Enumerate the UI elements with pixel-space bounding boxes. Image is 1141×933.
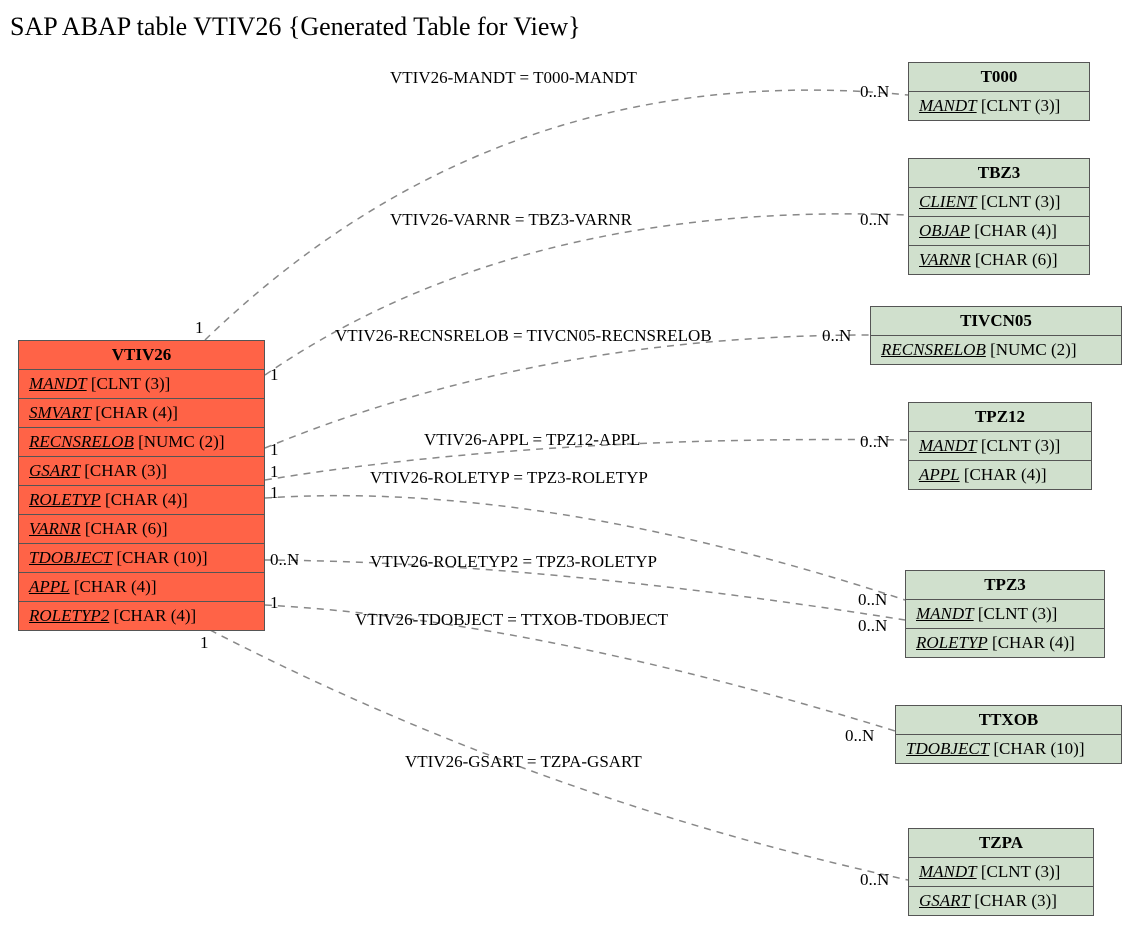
entity-header: TZPA (909, 829, 1093, 858)
cardinality-label: 0..N (858, 590, 887, 610)
cardinality-label: 1 (270, 365, 279, 385)
entity-field: OBJAP [CHAR (4)] (909, 217, 1089, 246)
entity-field: MANDT [CLNT (3)] (909, 92, 1089, 120)
entity-header: TPZ12 (909, 403, 1091, 432)
entity-tpz12: TPZ12 MANDT [CLNT (3)] APPL [CHAR (4)] (908, 402, 1092, 490)
cardinality-label: 0..N (860, 82, 889, 102)
entity-field: MANDT [CLNT (3)] (906, 600, 1104, 629)
entity-field: CLIENT [CLNT (3)] (909, 188, 1089, 217)
entity-field: TDOBJECT [CHAR (10)] (19, 544, 264, 573)
cardinality-label: 0..N (858, 616, 887, 636)
entity-vtiv26: VTIV26 MANDT [CLNT (3)] SMVART [CHAR (4)… (18, 340, 265, 631)
edge-label: VTIV26-TDOBJECT = TTXOB-TDOBJECT (355, 610, 668, 630)
edge-label: VTIV26-ROLETYP2 = TPZ3-ROLETYP (370, 552, 657, 572)
entity-field: ROLETYP2 [CHAR (4)] (19, 602, 264, 630)
cardinality-label: 1 (270, 483, 279, 503)
edge-label: VTIV26-RECNSRELOB = TIVCN05-RECNSRELOB (335, 326, 712, 346)
edge-label: VTIV26-APPL = TPZ12-APPL (424, 430, 640, 450)
entity-t000: T000 MANDT [CLNT (3)] (908, 62, 1090, 121)
entity-field: MANDT [CLNT (3)] (909, 858, 1093, 887)
entity-field: GSART [CHAR (3)] (909, 887, 1093, 915)
entity-field: ROLETYP [CHAR (4)] (906, 629, 1104, 657)
entity-field: GSART [CHAR (3)] (19, 457, 264, 486)
entity-header: T000 (909, 63, 1089, 92)
entity-header: TPZ3 (906, 571, 1104, 600)
cardinality-label: 1 (195, 318, 204, 338)
entity-field: SMVART [CHAR (4)] (19, 399, 264, 428)
entity-field: MANDT [CLNT (3)] (909, 432, 1091, 461)
entity-field: RECNSRELOB [NUMC (2)] (871, 336, 1121, 364)
cardinality-label: 0..N (860, 432, 889, 452)
entity-field: ROLETYP [CHAR (4)] (19, 486, 264, 515)
entity-field: VARNR [CHAR (6)] (19, 515, 264, 544)
entity-ttxob: TTXOB TDOBJECT [CHAR (10)] (895, 705, 1122, 764)
entity-field: APPL [CHAR (4)] (19, 573, 264, 602)
entity-header: TBZ3 (909, 159, 1089, 188)
entity-tpz3: TPZ3 MANDT [CLNT (3)] ROLETYP [CHAR (4)] (905, 570, 1105, 658)
cardinality-label: 0..N (270, 550, 299, 570)
cardinality-label: 0..N (860, 870, 889, 890)
cardinality-label: 0..N (860, 210, 889, 230)
cardinality-label: 1 (270, 593, 279, 613)
edge-label: VTIV26-MANDT = T000-MANDT (390, 68, 637, 88)
entity-tivcn05: TIVCN05 RECNSRELOB [NUMC (2)] (870, 306, 1122, 365)
cardinality-label: 1 (270, 462, 279, 482)
entity-field: APPL [CHAR (4)] (909, 461, 1091, 489)
entity-tzpa: TZPA MANDT [CLNT (3)] GSART [CHAR (3)] (908, 828, 1094, 916)
entity-field: VARNR [CHAR (6)] (909, 246, 1089, 274)
cardinality-label: 0..N (822, 326, 851, 346)
entity-header: TTXOB (896, 706, 1121, 735)
entity-header: TIVCN05 (871, 307, 1121, 336)
cardinality-label: 1 (200, 633, 209, 653)
cardinality-label: 0..N (845, 726, 874, 746)
cardinality-label: 1 (270, 440, 279, 460)
entity-tbz3: TBZ3 CLIENT [CLNT (3)] OBJAP [CHAR (4)] … (908, 158, 1090, 275)
page-title: SAP ABAP table VTIV26 {Generated Table f… (10, 12, 581, 42)
edge-label: VTIV26-ROLETYP = TPZ3-ROLETYP (370, 468, 648, 488)
entity-field: MANDT [CLNT (3)] (19, 370, 264, 399)
edge-label: VTIV26-GSART = TZPA-GSART (405, 752, 642, 772)
entity-header: VTIV26 (19, 341, 264, 370)
entity-field: TDOBJECT [CHAR (10)] (896, 735, 1121, 763)
entity-field: RECNSRELOB [NUMC (2)] (19, 428, 264, 457)
edge-label: VTIV26-VARNR = TBZ3-VARNR (390, 210, 632, 230)
